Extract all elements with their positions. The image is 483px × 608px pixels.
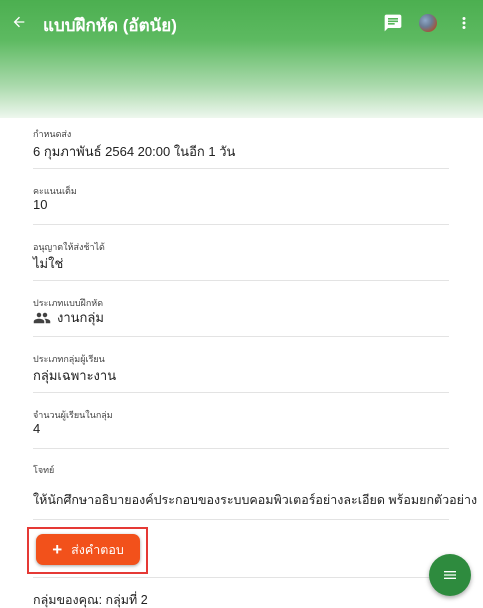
- assignment-type-value: งานกลุ่ม: [57, 310, 104, 325]
- assignment-type-field: ประเภทแบบฝึกหัด งานกลุ่ม: [33, 281, 449, 337]
- full-score-label: คะแนนเต็ม: [33, 186, 77, 196]
- due-date-value: 6 กุมภาพันธ์ 2564 20:00 ในอีก 1 วัน: [33, 144, 236, 159]
- late-submission-field: อนุญาตให้ส่งช้าได้ ไม่ใช่: [33, 225, 449, 281]
- menu-fab-button[interactable]: [429, 554, 471, 596]
- arrow-back-icon: [13, 16, 25, 28]
- full-score-value: 10: [33, 197, 48, 212]
- assignment-details: กำหนดส่ง 6 กุมภาพันธ์ 2564 20:00 ในอีก 1…: [33, 118, 477, 520]
- divider: [33, 577, 449, 578]
- question-text: ให้นักศึกษาอธิบายองค์ประกอบของระบบคอมพิว…: [33, 493, 478, 507]
- your-group-text: กลุ่มของคุณ: กลุ่มที่ 2: [33, 593, 148, 607]
- full-score-field: คะแนนเต็ม 10: [33, 169, 449, 225]
- menu-icon: [444, 571, 456, 579]
- submit-highlight-box: + ส่งคำตอบ: [27, 527, 148, 574]
- back-button[interactable]: [8, 11, 30, 33]
- group-type-label: ประเภทกลุ่มผู้เรียน: [33, 354, 105, 364]
- submit-answer-button[interactable]: + ส่งคำตอบ: [36, 534, 140, 565]
- page-title: แบบฝึกหัด (อัตนัย): [43, 16, 177, 35]
- group-type-field: ประเภทกลุ่มผู้เรียน กลุ่มเฉพาะงาน: [33, 337, 449, 393]
- group-icon: [33, 312, 51, 323]
- more-options-button[interactable]: [458, 12, 470, 34]
- more-vert-icon: [462, 17, 466, 29]
- app-bar: แบบฝึกหัด (อัตนัย): [0, 0, 483, 118]
- avatar[interactable]: [419, 14, 437, 32]
- due-date-label: กำหนดส่ง: [33, 129, 72, 139]
- members-count-field: จำนวนผู้เรียนในกลุ่ม 4: [33, 393, 449, 449]
- members-count-value: 4: [33, 421, 41, 436]
- plus-icon: +: [52, 540, 63, 559]
- question-label: โจทย์: [33, 465, 55, 475]
- group-type-value: กลุ่มเฉพาะงาน: [33, 368, 117, 383]
- late-submission-value: ไม่ใช่: [33, 256, 64, 271]
- due-date-field: กำหนดส่ง 6 กุมภาพันธ์ 2564 20:00 ในอีก 1…: [33, 118, 449, 169]
- late-submission-label: อนุญาตให้ส่งช้าได้: [33, 242, 105, 252]
- message-button[interactable]: [383, 13, 403, 33]
- question-field: โจทย์ ให้นักศึกษาอธิบายองค์ประกอบของระบบ…: [33, 449, 477, 520]
- members-count-label: จำนวนผู้เรียนในกลุ่ม: [33, 410, 113, 420]
- submit-answer-label: ส่งคำตอบ: [71, 542, 124, 557]
- message-icon: [384, 14, 402, 32]
